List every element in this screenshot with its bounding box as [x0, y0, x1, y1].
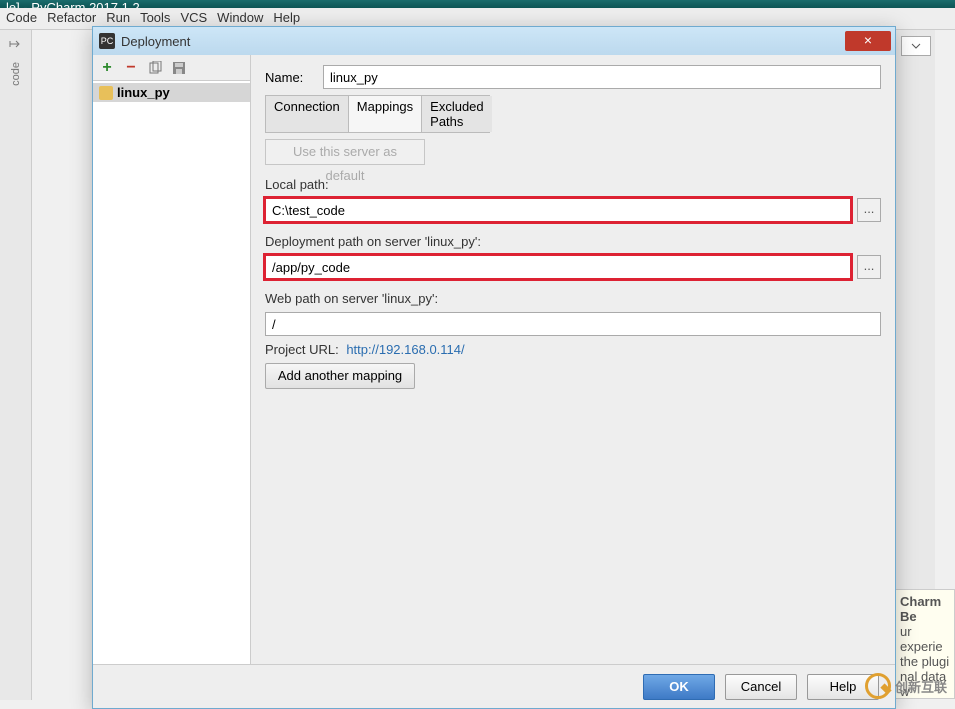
deploy-path-label: Deployment path on server 'linux_py':	[265, 234, 881, 249]
servers-tree-panel: + − linux_py	[93, 55, 251, 664]
tip-of-day-box: Charm Be ur experie the plugi nal data w…	[895, 589, 955, 699]
left-tool-gutter: code	[0, 30, 32, 700]
add-mapping-button[interactable]: Add another mapping	[265, 363, 415, 389]
tree-toolbar: + −	[93, 55, 250, 81]
dialog-title: Deployment	[121, 34, 190, 49]
add-server-button[interactable]: +	[99, 60, 115, 76]
menu-run[interactable]: Run	[106, 10, 130, 27]
dialog-footer: OK Cancel Help	[93, 664, 895, 708]
server-icon	[99, 86, 113, 100]
form-panel: Name: Connection Mappings Excluded Paths…	[251, 55, 895, 664]
right-tool-gutter	[895, 30, 935, 590]
menu-help[interactable]: Help	[273, 10, 300, 27]
deploy-path-input[interactable]	[265, 255, 851, 279]
right-combo[interactable]	[901, 36, 931, 56]
project-url-link[interactable]: http://192.168.0.114/	[346, 342, 464, 357]
menu-vcs[interactable]: VCS	[180, 10, 207, 27]
server-item-label: linux_py	[117, 85, 170, 100]
local-path-label: Local path:	[265, 177, 881, 192]
help-button[interactable]: Help	[807, 674, 879, 700]
tab-excluded-paths[interactable]: Excluded Paths	[422, 96, 491, 132]
tab-mappings[interactable]: Mappings	[349, 96, 422, 132]
tab-connection[interactable]: Connection	[266, 96, 349, 132]
close-button[interactable]: ×	[845, 31, 891, 51]
gutter-label: code	[10, 62, 22, 86]
deploy-path-browse-button[interactable]: ...	[857, 255, 881, 279]
cancel-button[interactable]: Cancel	[725, 674, 797, 700]
local-path-browse-button[interactable]: ...	[857, 198, 881, 222]
use-default-button: Use this server as default	[265, 139, 425, 165]
tabs: Connection Mappings Excluded Paths	[265, 95, 490, 133]
web-path-input[interactable]	[265, 312, 881, 336]
copy-server-button[interactable]	[147, 60, 163, 76]
web-path-label: Web path on server 'linux_py':	[265, 291, 881, 306]
local-path-input[interactable]	[265, 198, 851, 222]
tip-title: Charm Be	[900, 594, 941, 624]
dialog-icon: PC	[99, 33, 115, 49]
menu-tools[interactable]: Tools	[140, 10, 170, 27]
gutter-collapse-icon[interactable]	[6, 36, 26, 56]
dialog-titlebar[interactable]: PC Deployment ×	[93, 27, 895, 55]
deployment-dialog: PC Deployment × + − linux_py	[92, 26, 896, 709]
name-input[interactable]	[323, 65, 881, 89]
save-icon[interactable]	[171, 60, 187, 76]
name-label: Name:	[265, 70, 315, 85]
menu-refactor[interactable]: Refactor	[47, 10, 96, 27]
ok-button[interactable]: OK	[643, 674, 715, 700]
menu-window[interactable]: Window	[217, 10, 263, 27]
servers-list: linux_py	[93, 81, 250, 664]
app-titlebar: le] - PyCharm 2017.1.2	[0, 0, 955, 8]
server-item-linux-py[interactable]: linux_py	[93, 83, 250, 102]
app-title: le] - PyCharm 2017.1.2	[6, 0, 140, 8]
project-url-label: Project URL:	[265, 342, 339, 357]
remove-server-button[interactable]: −	[123, 60, 139, 76]
menu-code[interactable]: Code	[6, 10, 37, 27]
